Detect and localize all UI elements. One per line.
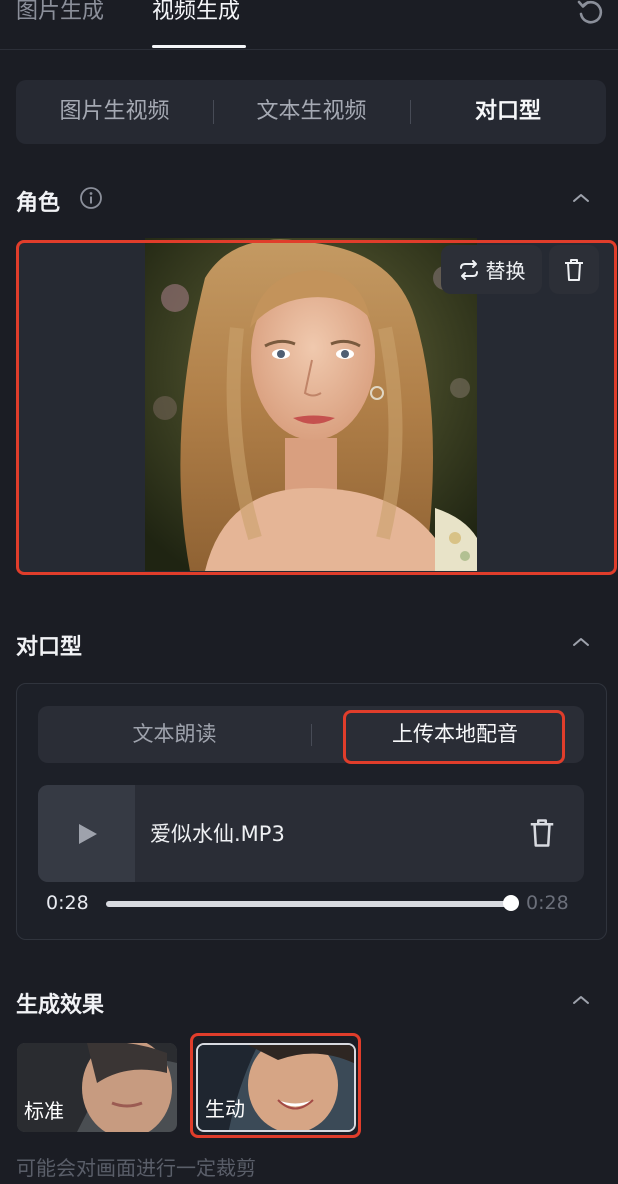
mode-text-to-video[interactable]: 文本生视频 bbox=[213, 80, 410, 144]
trash-icon[interactable] bbox=[528, 818, 556, 848]
chevron-up-icon[interactable] bbox=[570, 635, 592, 649]
tab-text-reading[interactable]: 文本朗读 bbox=[38, 706, 311, 763]
chevron-up-icon[interactable] bbox=[570, 191, 592, 205]
upload-tab-highlight-frame bbox=[343, 710, 565, 764]
replace-character-button[interactable]: 替换 bbox=[441, 245, 542, 294]
info-icon[interactable] bbox=[79, 186, 103, 210]
mode-image-to-video[interactable]: 图片生视频 bbox=[16, 80, 213, 144]
video-generation-panel: 图片生成 视频生成 图片生视频 文本生视频 对口型 角色 替换 对口型 文本朗读… bbox=[0, 0, 618, 1184]
replace-button-label: 替换 bbox=[485, 259, 526, 283]
effect-option-standard[interactable]: 标准 bbox=[17, 1043, 177, 1132]
play-icon bbox=[78, 823, 97, 844]
trash-icon bbox=[565, 258, 583, 281]
swap-icon bbox=[459, 259, 478, 280]
audio-progress-track[interactable] bbox=[106, 901, 512, 907]
vivid-effect-highlight-frame bbox=[190, 1033, 361, 1138]
generation-mode-selector: 图片生视频 文本生视频 对口型 bbox=[16, 80, 606, 144]
refresh-icon[interactable] bbox=[576, 0, 606, 28]
effect-standard-label: 标准 bbox=[24, 1099, 64, 1123]
current-time: 0:28 bbox=[46, 892, 89, 914]
play-button[interactable] bbox=[38, 785, 135, 882]
lip-sync-section-title: 对口型 bbox=[16, 635, 83, 660]
audio-progress-handle[interactable] bbox=[503, 895, 519, 911]
divider bbox=[311, 724, 312, 746]
mode-lip-sync[interactable]: 对口型 bbox=[410, 80, 606, 144]
crop-hint-text: 可能会对画面进行一定裁剪 bbox=[16, 1156, 256, 1180]
tab-video-generation[interactable]: 视频生成 bbox=[152, 0, 240, 30]
top-tab-bar: 图片生成 视频生成 bbox=[0, 0, 618, 50]
tab-image-generation[interactable]: 图片生成 bbox=[16, 0, 104, 30]
total-time: 0:28 bbox=[526, 892, 569, 914]
audio-progress-fill bbox=[106, 901, 512, 907]
audio-file-name: 爱似水仙.MP3 bbox=[150, 822, 285, 846]
delete-character-button[interactable] bbox=[549, 245, 599, 294]
effect-section-title: 生成效果 bbox=[16, 993, 105, 1018]
character-section-title: 角色 bbox=[16, 191, 61, 216]
chevron-up-icon[interactable] bbox=[570, 993, 592, 1007]
active-tab-indicator bbox=[152, 45, 246, 48]
